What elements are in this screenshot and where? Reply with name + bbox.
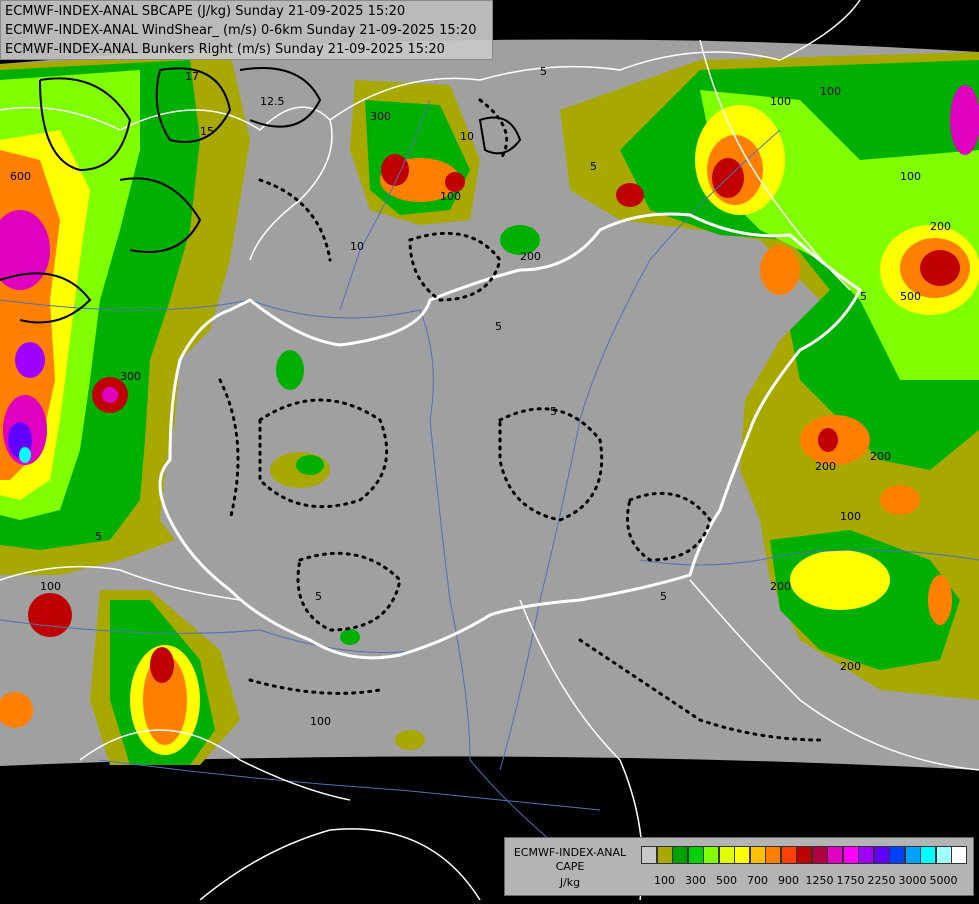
- legend-tick-label: 5000: [929, 874, 958, 887]
- legend-swatch: [827, 846, 843, 864]
- contour-label: 5: [860, 290, 867, 303]
- map-header: ECMWF-INDEX-ANAL SBCAPE (J/kg) Sunday 21…: [0, 0, 493, 60]
- color-legend: ECMWF-INDEX-ANAL CAPE J/kg 100 300 500 700 9…: [504, 837, 974, 896]
- contour-label: 5: [495, 320, 502, 333]
- legend-swatch: [920, 846, 936, 864]
- header-line-windshear: ECMWF-INDEX-ANAL WindShear_ (m/s) 0-6km …: [5, 23, 477, 38]
- legend-swatch: [811, 846, 828, 864]
- cape-cell-hu-5: [340, 629, 360, 645]
- cape-cell-sw-red: [150, 647, 174, 683]
- contour-label: 10: [350, 240, 364, 253]
- legend-title-model: ECMWF-INDEX-ANAL: [513, 846, 627, 859]
- legend-title-variable: CAPE: [555, 860, 585, 873]
- cape-map-canvas: 200 100 300 600 300 100 100 200 200 100 …: [0, 0, 979, 901]
- legend-tick-label: 500: [716, 874, 737, 887]
- contour-label: 200: [870, 450, 891, 463]
- legend-swatch: [780, 846, 797, 864]
- legend-tick-label: 900: [778, 874, 799, 887]
- cape-cell-se-yellow: [790, 550, 890, 610]
- contour-label: 300: [120, 370, 141, 383]
- weather-map: 200 100 300 600 300 100 100 200 200 100 …: [0, 0, 979, 901]
- legend-swatch: [904, 846, 921, 864]
- contour-label: 10: [460, 130, 474, 143]
- cape-cell-se-orange-2: [880, 485, 920, 515]
- legend-swatch: [749, 846, 766, 864]
- cape-cell-magenta-3: [102, 387, 118, 403]
- contour-label: 100: [440, 190, 461, 203]
- contour-label: 100: [900, 170, 921, 183]
- contour-label: 600: [10, 170, 31, 183]
- legend-swatch: [687, 846, 704, 864]
- legend-swatch: [796, 846, 812, 864]
- cape-cell-hu-3: [296, 455, 324, 475]
- cape-cell-hu-6: [395, 730, 425, 750]
- header-line-bunkers: ECMWF-INDEX-ANAL Bunkers Right (m/s) Sun…: [5, 42, 445, 57]
- contour-label: 100: [40, 580, 61, 593]
- contour-label: 5: [550, 405, 557, 418]
- legend-swatch: [765, 846, 781, 864]
- legend-tick-label: 3000: [898, 874, 927, 887]
- contour-label: 5: [95, 530, 102, 543]
- legend-swatch: [672, 846, 688, 864]
- cape-cell-hu-7: [616, 183, 644, 207]
- cape-cell-sw-red-2: [28, 593, 72, 637]
- cape-cell-blue: [19, 447, 31, 463]
- legend-swatch: [656, 846, 673, 864]
- contour-label: 200: [930, 220, 951, 233]
- contour-label: 5: [315, 590, 322, 603]
- legend-swatch: [873, 846, 890, 864]
- cape-cell-hu-1: [276, 350, 304, 390]
- cape-cell-purple-2: [15, 342, 45, 378]
- contour-label: 5: [590, 160, 597, 173]
- legend-swatch: [858, 846, 874, 864]
- legend-title-unit: J/kg: [559, 876, 581, 889]
- cape-cell-east-red: [920, 250, 960, 286]
- contour-label: 200: [520, 250, 541, 263]
- contour-label: 15: [200, 125, 214, 138]
- contour-label: 200: [770, 580, 791, 593]
- contour-label: 200: [815, 460, 836, 473]
- contour-label: 5: [540, 65, 547, 78]
- contour-label: 100: [770, 95, 791, 108]
- legend-swatch: [703, 846, 719, 864]
- legend-swatch: [935, 846, 952, 864]
- legend-swatch: [734, 846, 750, 864]
- legend-swatch: [951, 846, 967, 864]
- legend-tick-label: 100: [654, 874, 675, 887]
- cape-cell-nee-magenta: [950, 85, 979, 155]
- contour-label: 100: [820, 85, 841, 98]
- legend-swatch: [718, 846, 735, 864]
- legend-swatch: [641, 846, 657, 864]
- contour-label: 17: [185, 70, 199, 83]
- contour-label: 100: [840, 510, 861, 523]
- cape-cell-se-red: [818, 428, 838, 452]
- contour-label: 100: [310, 715, 331, 728]
- contour-label: 500: [900, 290, 921, 303]
- contour-label: 5: [495, 755, 502, 768]
- cape-cell-north-red: [381, 154, 409, 186]
- legend-swatch: [889, 846, 905, 864]
- contour-label: 5: [660, 590, 667, 603]
- legend-tick-label: 300: [685, 874, 706, 887]
- contour-label: 200: [840, 660, 861, 673]
- cape-cell-se-orange-3: [928, 575, 952, 625]
- header-line-cape: ECMWF-INDEX-ANAL SBCAPE (J/kg) Sunday 21…: [5, 4, 406, 19]
- legend-swatch: [842, 846, 859, 864]
- contour-label: 12.5: [260, 95, 285, 108]
- cape-cell-north-red-2: [445, 172, 465, 192]
- legend-tick-label: 700: [747, 874, 768, 887]
- legend-tick-label: 1750: [836, 874, 865, 887]
- contour-label: 300: [370, 110, 391, 123]
- legend-tick-label: 2250: [867, 874, 896, 887]
- legend-tick-label: 1250: [805, 874, 834, 887]
- cape-cell-e-yellow-2: [760, 245, 800, 295]
